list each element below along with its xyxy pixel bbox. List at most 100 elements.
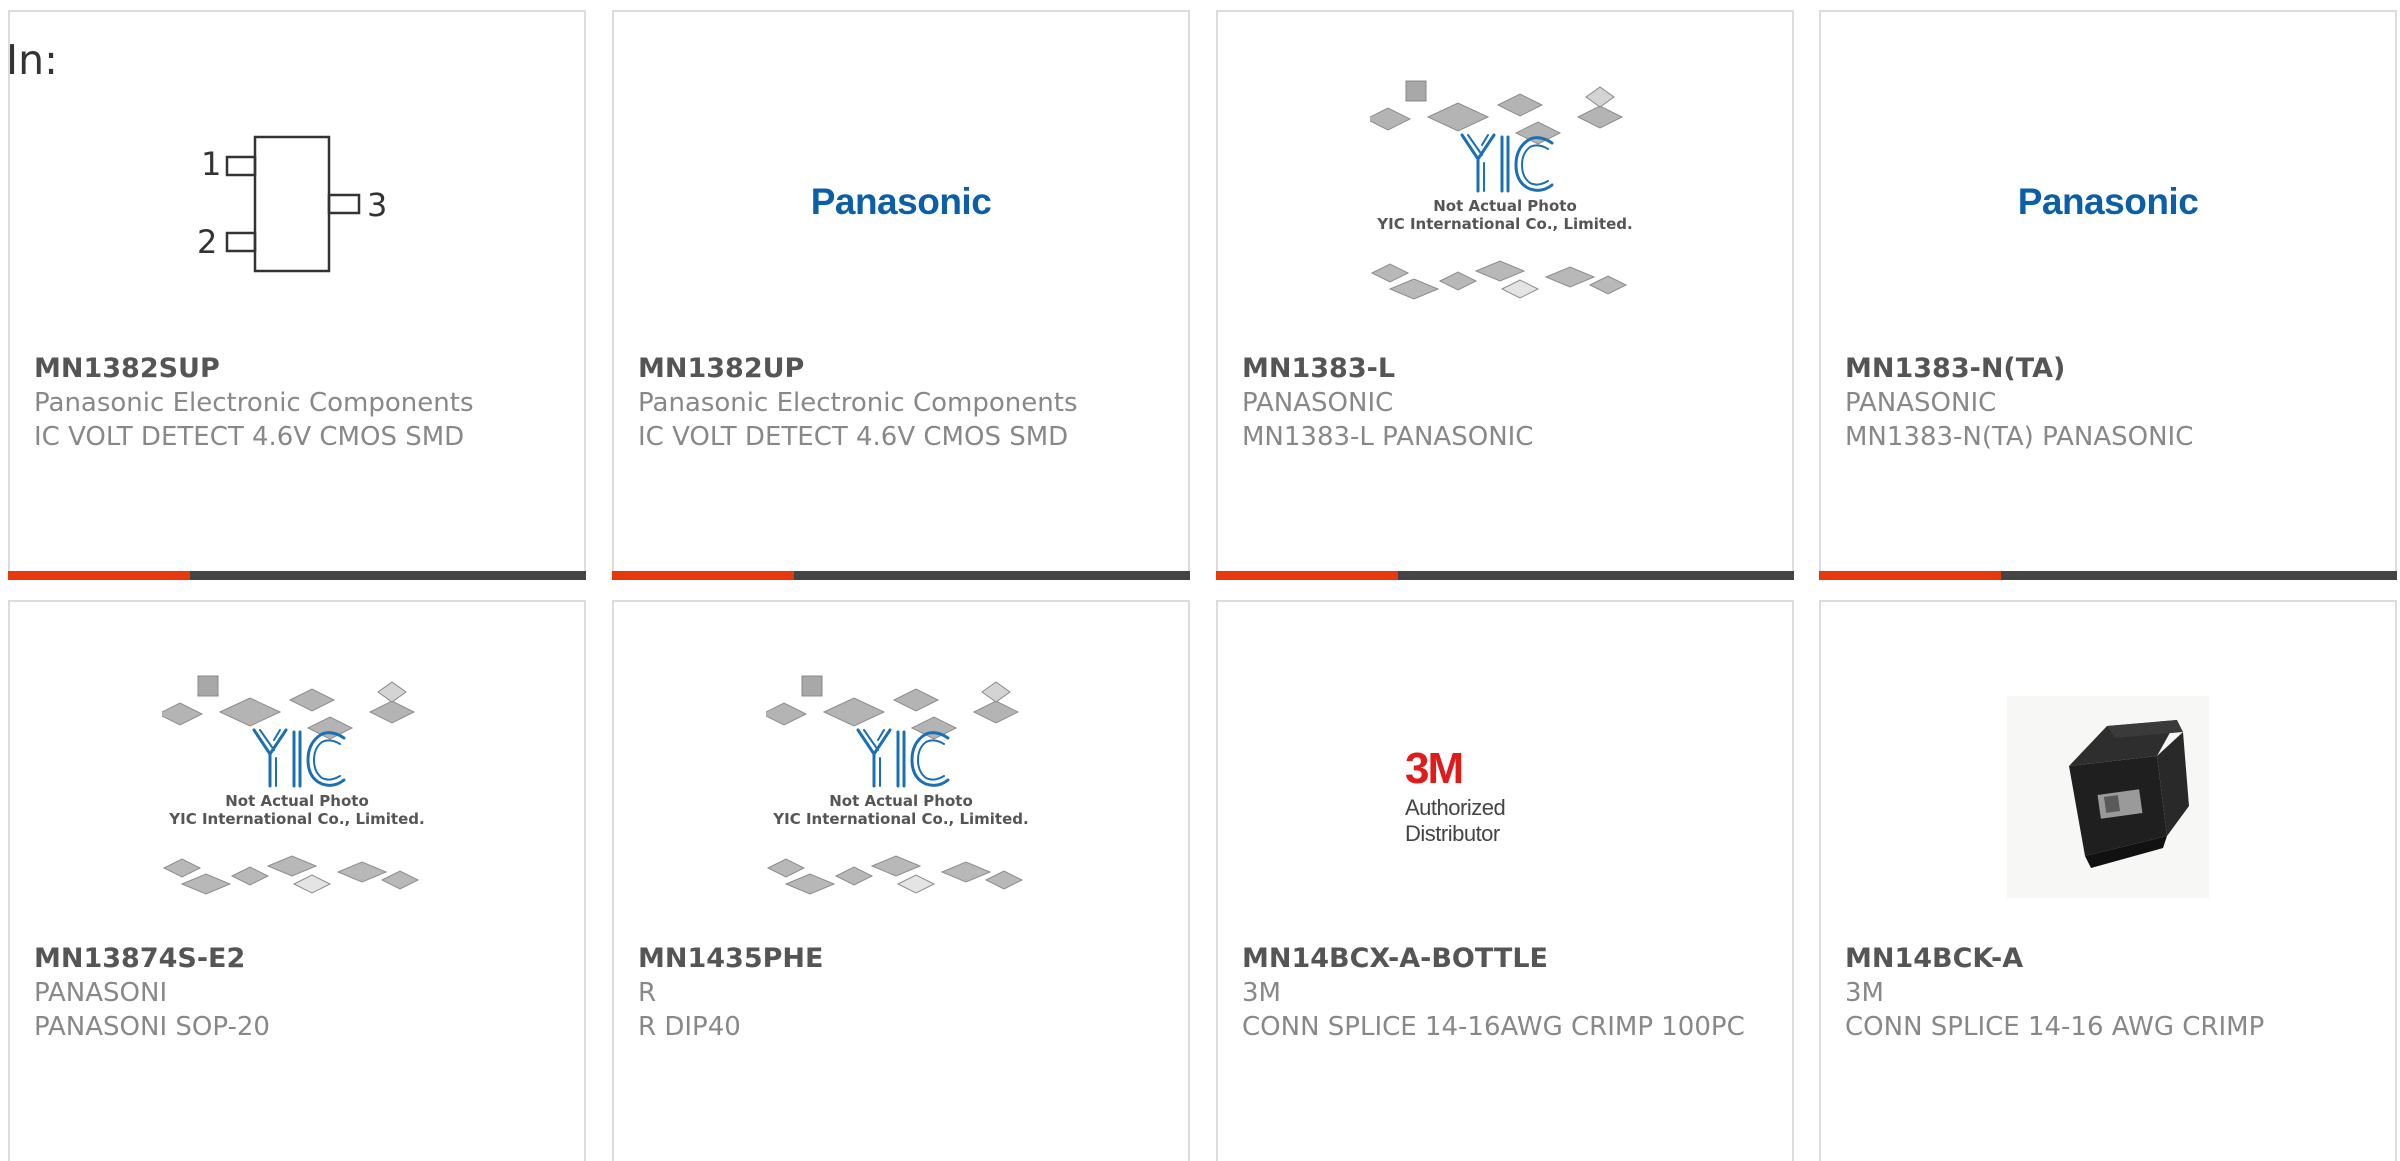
card-footer-accent (612, 571, 794, 580)
chip-shape (1370, 263, 1410, 283)
product-description: IC VOLT DETECT 4.6V CMOS SMD (638, 422, 1069, 452)
chip-shape (336, 861, 388, 883)
part-number-link[interactable]: MN1435PHE (638, 942, 1168, 976)
pin-2-label: 2 (197, 223, 217, 261)
product-image[interactable]: Panasonic (1821, 52, 2395, 352)
not-actual-photo-text: Not Actual Photo (1433, 197, 1577, 215)
part-number-link[interactable]: MN1383-L (1242, 352, 1772, 386)
product-description: CONN SPLICE 14-16 AWG CRIMP (1845, 1012, 2265, 1042)
chip-shape (218, 697, 282, 727)
chip-shape (1426, 102, 1490, 132)
chip-shape (766, 702, 808, 726)
chip-shape (1370, 107, 1412, 131)
yic-company-text: YIC International Co., Limited. (772, 810, 1028, 828)
card-footer-bar (1216, 571, 1794, 580)
part-number-link[interactable]: MN13874S-E2 (34, 942, 564, 976)
card-footer-accent (8, 571, 190, 580)
chip-shape (266, 855, 318, 877)
chip-shape (834, 866, 874, 886)
product-image[interactable]: 1 2 3 (10, 52, 584, 352)
chip-shape (1405, 80, 1427, 102)
chip-shape (910, 716, 958, 740)
chip-shapes-top (1370, 80, 1624, 145)
authorized-distributor-text: Authorized Distributor (1405, 795, 1506, 846)
chip-shape (1474, 260, 1526, 282)
not-actual-photo-text: Not Actual Photo (829, 792, 973, 810)
product-image[interactable]: Not Actual Photo YIC International Co., L… (614, 652, 1188, 942)
not-actual-photo-text: Not Actual Photo (225, 792, 369, 810)
product-info: MN1383-L PANASONIC MN1383-L PANASONIC (1242, 352, 1772, 454)
chip-shape (822, 697, 886, 727)
chip-shapes-bottom (1370, 260, 1628, 300)
splice-connector-photo (2007, 696, 2209, 898)
pin-1-label: 1 (201, 145, 221, 183)
product-card[interactable]: 3M Authorized Distributor MN14BCX-A-BOTT… (1216, 600, 1794, 1161)
product-card[interactable]: MN14BCK-A 3M CONN SPLICE 14-16 AWG CRIMP (1819, 600, 2397, 1161)
chip-shape (972, 700, 1020, 724)
product-info: MN1382SUP Panasonic Electronic Component… (34, 352, 564, 454)
chip-shape (801, 675, 823, 697)
manufacturer-name: R (638, 978, 657, 1008)
chip-shape (1585, 86, 1615, 108)
chip-shape (1514, 121, 1562, 145)
chip-shape (1438, 271, 1478, 291)
chip-shape (162, 858, 202, 878)
product-image[interactable]: 3M Authorized Distributor (1218, 652, 1792, 942)
product-grid-page: In: 1 2 3 MN1382SUP Panasonic Electronic… (0, 0, 2400, 1161)
card-footer-bar (1819, 571, 2397, 580)
manufacturer-name: PANASONIC (1845, 388, 1997, 418)
chip-shape (766, 858, 806, 878)
card-footer-accent (1819, 571, 2001, 580)
product-card[interactable]: Panasonic MN1382UP Panasonic Electronic … (612, 10, 1190, 580)
product-card[interactable]: Not Actual Photo YIC International Co., L… (8, 600, 586, 1161)
part-number-link[interactable]: MN1382SUP (34, 352, 564, 386)
panasonic-logo: Panasonic (2017, 181, 2199, 222)
product-info: MN14BCK-A 3M CONN SPLICE 14-16 AWG CRIMP (1845, 942, 2375, 1044)
card-footer-bar (8, 571, 586, 580)
chip-shape (230, 866, 270, 886)
chip-shape (197, 675, 219, 697)
manufacturer-name: Panasonic Electronic Components (34, 388, 474, 418)
product-card[interactable]: Panasonic MN1383-N(TA) PANASONIC MN1383-… (1819, 10, 2397, 580)
manufacturer-name: 3M (1845, 978, 1884, 1008)
product-image[interactable]: Not Actual Photo YIC International Co., L… (1218, 52, 1792, 352)
chip-shape (981, 681, 1011, 703)
product-description: R DIP40 (638, 1012, 741, 1042)
product-image[interactable]: Panasonic (614, 52, 1188, 352)
chip-shape (292, 874, 332, 894)
chip-shape (306, 716, 354, 740)
product-image[interactable]: Not Actual Photo YIC International Co., L… (10, 652, 584, 942)
part-number-link[interactable]: MN14BCX-A-BOTTLE (1242, 942, 1772, 976)
card-footer-bar (612, 571, 1190, 580)
card-footer-accent (1216, 571, 1398, 580)
part-number-link[interactable]: MN1383-N(TA) (1845, 352, 2375, 386)
product-info: MN1382UP Panasonic Electronic Components… (638, 352, 1168, 454)
part-number-link[interactable]: MN1382UP (638, 352, 1168, 386)
chip-shape (162, 702, 204, 726)
chip-shape (1388, 278, 1440, 300)
manufacturer-name: 3M (1242, 978, 1281, 1008)
chip-shape (870, 855, 922, 877)
sot23-schematic-icon: 1 2 3 (197, 135, 387, 273)
pin-3-label: 3 (367, 186, 387, 224)
chip-shape (784, 873, 836, 895)
chip-shape (377, 681, 407, 703)
manufacturer-name: PANASONI (34, 978, 168, 1008)
yic-company-text: YIC International Co., Limited. (1376, 215, 1632, 233)
part-number-link[interactable]: MN14BCK-A (1845, 942, 2375, 976)
yic-placeholder-icon: Not Actual PhotoYIC International Co., L… (766, 675, 1029, 895)
product-card[interactable]: 1 2 3 MN1382SUP Panasonic Electronic Com… (8, 10, 586, 580)
chip-shapes-bottom (162, 855, 420, 895)
chip-shape (1544, 266, 1596, 288)
product-card[interactable]: Not Actual Photo YIC International Co., L… (612, 600, 1190, 1161)
product-info: MN13874S-E2 PANASONI PANASONI SOP-20 (34, 942, 564, 1044)
yic-placeholder-icon: Not Actual PhotoYIC International Co., L… (162, 675, 425, 895)
chip-shape (984, 870, 1024, 890)
chip-shape (892, 688, 940, 712)
chip-shape (1576, 105, 1624, 129)
product-card[interactable]: Not Actual Photo YIC International Co., L… (1216, 10, 1794, 580)
chip-shapes-bottom (766, 855, 1024, 895)
manufacturer-name: PANASONIC (1242, 388, 1394, 418)
chip-shapes-top (766, 675, 1020, 740)
product-image[interactable] (1821, 652, 2395, 942)
